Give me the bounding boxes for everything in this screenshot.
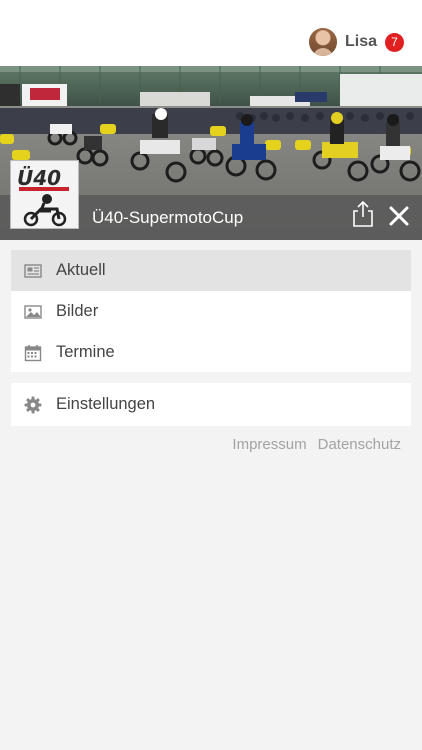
notification-badge[interactable]: 7 [385, 32, 404, 52]
newspaper-icon [24, 264, 42, 278]
datenschutz-link[interactable]: Datenschutz [318, 436, 401, 453]
menu-label-bilder: Bilder [56, 302, 99, 320]
user-profile[interactable]: Lisa 7 [308, 28, 404, 56]
menu-label-termine: Termine [56, 343, 115, 361]
menu-item-termine[interactable]: Termine [11, 332, 411, 373]
settings-menu: Einstellungen [11, 383, 411, 426]
group-logo: Ü40 [10, 160, 79, 229]
impressum-link[interactable]: Impressum [232, 436, 306, 453]
menu-label-einstellungen: Einstellungen [56, 395, 156, 413]
menu-item-aktuell[interactable]: Aktuell [11, 250, 411, 291]
top-bar: Lisa 7 [0, 0, 422, 66]
share-icon[interactable] [350, 200, 376, 228]
footer-links: Impressum Datenschutz [232, 436, 401, 453]
main-menu: Aktuell Bilder Termine [11, 250, 411, 372]
group-title: Ü40-SupermotoCup [92, 208, 244, 227]
menu-item-bilder[interactable]: Bilder [11, 291, 411, 332]
logo-text: Ü40 [17, 166, 61, 190]
close-icon[interactable] [388, 205, 410, 227]
avatar[interactable] [308, 28, 337, 56]
username[interactable]: Lisa [345, 33, 377, 51]
gear-icon [24, 396, 42, 414]
calendar-icon [24, 345, 42, 362]
image-icon [24, 305, 42, 319]
menu-label-aktuell: Aktuell [56, 261, 106, 279]
menu-item-einstellungen[interactable]: Einstellungen [11, 384, 411, 425]
